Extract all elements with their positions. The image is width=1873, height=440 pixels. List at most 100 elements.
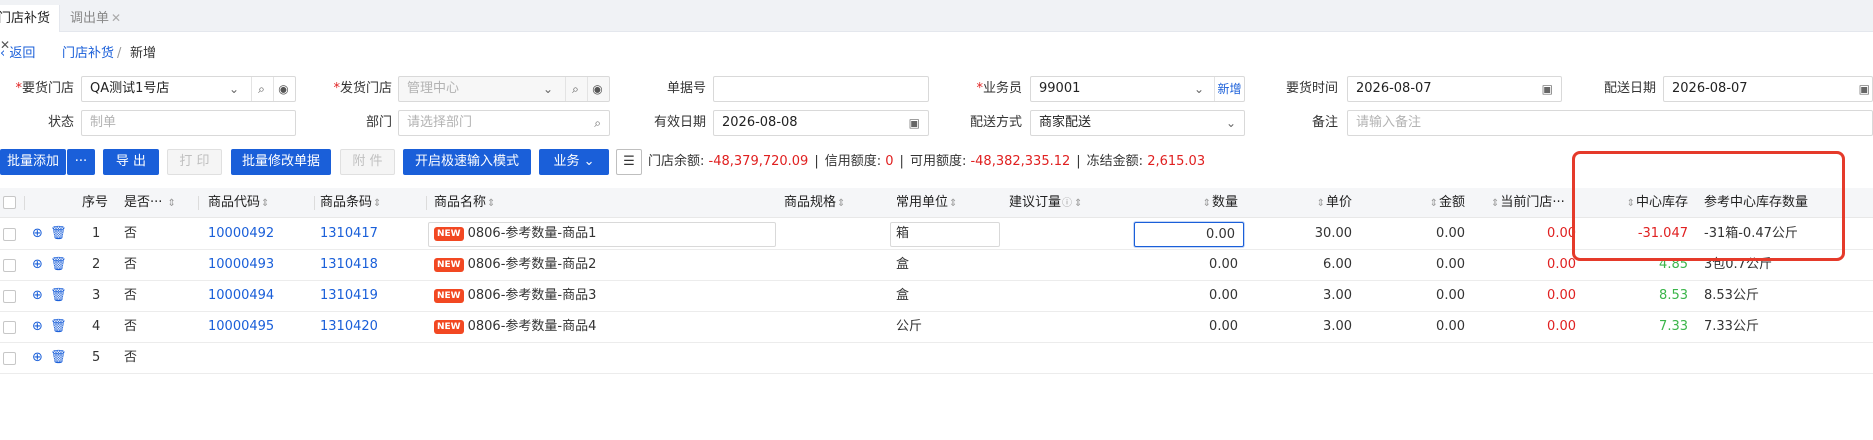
- header-gift[interactable]: 是否··· ⇕: [124, 188, 177, 218]
- delete-icon[interactable]: 🗑: [50, 350, 67, 365]
- row-ref-center-stock: -31箱-0.47公斤: [1704, 226, 1798, 241]
- available-value: -48,382,335.12: [970, 154, 1071, 169]
- search-icon[interactable]: ⌕: [251, 77, 271, 101]
- request-store-select[interactable]: QA测试1号店 ⌄ ⌕ ◉: [81, 76, 296, 102]
- row-gift: 否: [124, 319, 138, 334]
- row-checkbox[interactable]: [3, 352, 16, 365]
- print-button[interactable]: 打 印: [167, 149, 222, 175]
- row-barcode[interactable]: 1310419: [320, 281, 378, 311]
- row-code[interactable]: 10000493: [208, 250, 274, 280]
- row-amount: 0.00: [1436, 319, 1465, 334]
- row-name: NEW 0806-参考数量-商品3: [434, 281, 596, 311]
- sort-icon: ⇕: [1202, 198, 1211, 209]
- delivery-date-label: 配送日期: [1603, 81, 1656, 96]
- delivery-date-picker[interactable]: 2026-08-07 ▣: [1663, 76, 1873, 102]
- department-label: 部门: [365, 115, 392, 130]
- salesman-select[interactable]: 99001 ⌄ 新增: [1030, 76, 1245, 102]
- quantity-input[interactable]: 0.00: [1134, 222, 1244, 247]
- row-code[interactable]: 10000495: [208, 312, 274, 342]
- header-suggest[interactable]: 建议订量ⓘ ⇕: [1009, 188, 1083, 218]
- header-barcode[interactable]: 商品条码⇕: [320, 188, 382, 218]
- row-store-stock: 0.00: [1547, 288, 1576, 303]
- attachment-button[interactable]: 附 件: [340, 149, 395, 175]
- header-center-stock[interactable]: ⇕中心库存: [1580, 188, 1688, 218]
- sort-icon: ⇕: [487, 198, 496, 209]
- sort-icon: ⇕: [1429, 198, 1438, 209]
- close-icon[interactable]: ✕: [111, 11, 121, 25]
- remark-input[interactable]: 请输入备注: [1347, 110, 1873, 136]
- store-balance-value: -48,379,720.09: [708, 154, 809, 169]
- column-divider: [314, 196, 315, 210]
- batch-add-button[interactable]: 批量添加: [0, 149, 66, 175]
- search-icon[interactable]: ⌕: [565, 77, 585, 101]
- delete-icon[interactable]: 🗑: [50, 319, 67, 334]
- header-unit[interactable]: 常用单位⇕: [896, 188, 958, 218]
- row-unit: 盒: [896, 288, 910, 303]
- request-time-picker[interactable]: 2026-08-07 ▣: [1347, 76, 1562, 102]
- header-seq: 序号: [82, 195, 109, 210]
- request-store-label: *要货门店: [15, 81, 74, 96]
- ship-store-select[interactable]: 管理中心 ⌄ ⌕ ◉: [398, 76, 610, 102]
- row-checkbox[interactable]: [3, 228, 16, 241]
- row-center-stock: 4.85: [1659, 257, 1688, 272]
- quick-input-mode-button[interactable]: 开启极速输入模式: [403, 149, 531, 175]
- add-row-icon[interactable]: ⊕: [30, 257, 45, 272]
- table-row: ⊕ 🗑 5 否: [0, 343, 1873, 374]
- add-row-icon[interactable]: ⊕: [30, 288, 45, 303]
- select-all-checkbox[interactable]: [3, 196, 16, 209]
- row-price: 3.00: [1323, 319, 1352, 334]
- add-salesman-link[interactable]: 新增: [1214, 77, 1244, 101]
- batch-edit-button[interactable]: 批量修改单据: [231, 149, 331, 175]
- header-spec[interactable]: 商品规格⇕: [784, 188, 846, 218]
- chevron-down-icon: ⌄: [583, 154, 595, 169]
- row-price: 6.00: [1323, 257, 1352, 272]
- back-link[interactable]: ‹ 返回: [0, 45, 35, 63]
- eye-icon[interactable]: ◉: [273, 77, 293, 101]
- business-menu-button[interactable]: 业务 ⌄: [539, 149, 609, 175]
- delete-icon[interactable]: 🗑: [50, 226, 67, 241]
- delivery-method-select[interactable]: 商家配送 ⌄: [1030, 110, 1245, 136]
- row-barcode[interactable]: 1310417: [320, 219, 378, 249]
- breadcrumb-parent-link[interactable]: 门店补货: [62, 45, 114, 63]
- row-barcode[interactable]: 1310420: [320, 312, 378, 342]
- header-qty[interactable]: ⇕数量: [1150, 188, 1238, 218]
- valid-date-label: 有效日期: [653, 115, 706, 130]
- department-select[interactable]: 请选择部门 ⌕: [398, 110, 610, 136]
- row-seq: 4: [92, 319, 101, 334]
- delete-icon[interactable]: 🗑: [50, 288, 67, 303]
- row-store-stock: 0.00: [1547, 319, 1576, 334]
- more-button[interactable]: ···: [67, 149, 95, 175]
- header-store-stock[interactable]: ⇕当前门店···: [1490, 188, 1565, 218]
- header-amount[interactable]: ⇕金额: [1370, 188, 1465, 218]
- header-name[interactable]: 商品名称⇕: [434, 188, 496, 218]
- export-button[interactable]: 导 出: [103, 149, 159, 175]
- status-label: 状态: [47, 115, 74, 130]
- add-row-icon[interactable]: ⊕: [30, 319, 45, 334]
- calendar-icon: ▣: [1541, 82, 1553, 96]
- table-row: ⊕ 🗑 3 否 10000494 1310419 NEW 0806-参考数量-商品…: [0, 281, 1873, 312]
- tab-transfer-out[interactable]: 调出单 ✕: [64, 5, 132, 32]
- tab-store-replenish[interactable]: 门店补货✕: [0, 5, 60, 52]
- row-code[interactable]: 10000492: [208, 219, 274, 249]
- row-code[interactable]: 10000494: [208, 281, 274, 311]
- valid-date-picker[interactable]: 2026-08-08 ▣: [713, 110, 929, 136]
- delete-icon[interactable]: 🗑: [50, 257, 67, 272]
- row-checkbox[interactable]: [3, 321, 16, 334]
- row-qty: 0.00: [1209, 319, 1238, 334]
- row-checkbox[interactable]: [3, 259, 16, 272]
- header-code[interactable]: 商品代码⇕: [208, 188, 270, 218]
- row-seq: 1: [92, 226, 101, 241]
- sort-icon: ⇕: [261, 198, 270, 209]
- add-row-icon[interactable]: ⊕: [30, 350, 45, 365]
- row-checkbox[interactable]: [3, 290, 16, 303]
- tab-label: 门店补货: [0, 11, 51, 26]
- row-unit: 箱: [896, 226, 910, 241]
- header-price[interactable]: ⇕单价: [1260, 188, 1352, 218]
- add-row-icon[interactable]: ⊕: [30, 226, 45, 241]
- eye-icon[interactable]: ◉: [587, 77, 607, 101]
- doc-no-input[interactable]: [713, 76, 929, 102]
- row-amount: 0.00: [1436, 288, 1465, 303]
- row-barcode[interactable]: 1310418: [320, 250, 378, 280]
- column-settings-icon[interactable]: ☰: [616, 149, 642, 175]
- search-icon[interactable]: ⌕: [594, 111, 601, 135]
